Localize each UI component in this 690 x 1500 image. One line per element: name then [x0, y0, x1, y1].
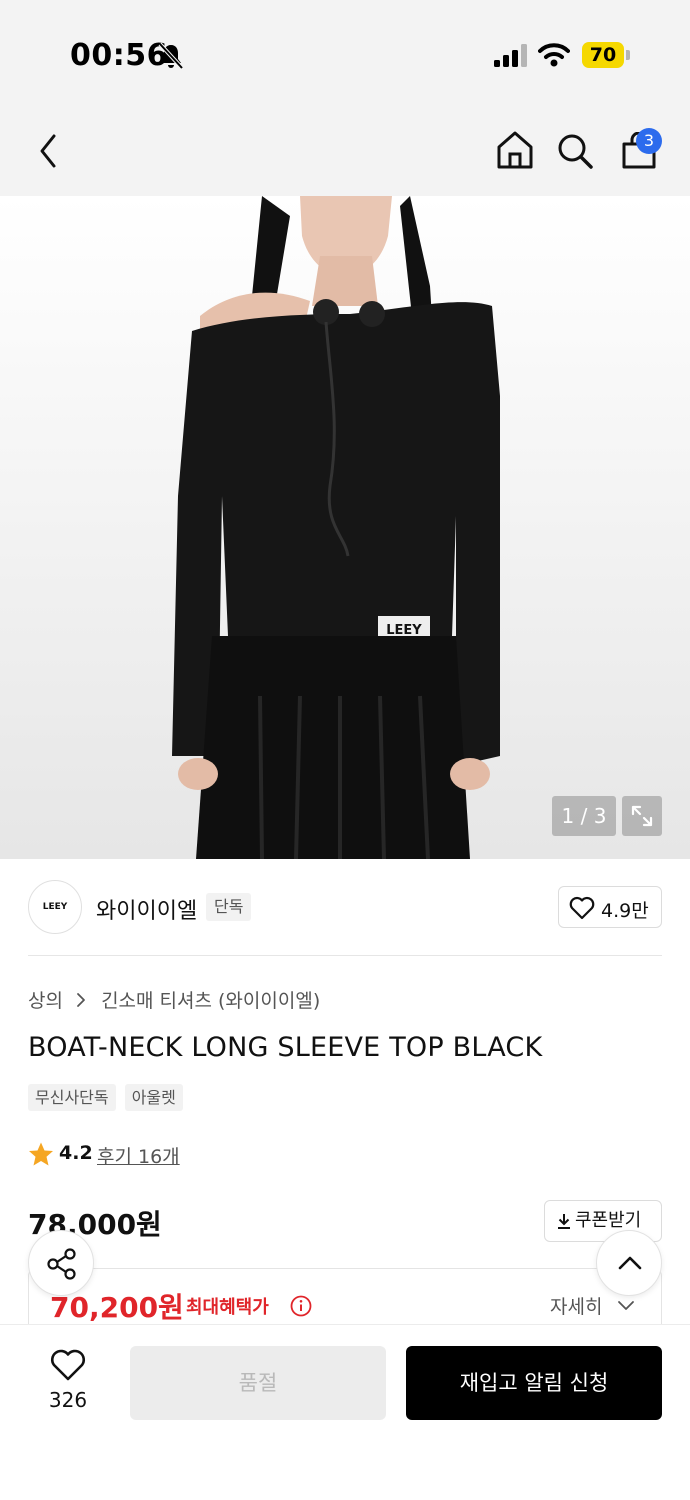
- product-tags: 무신사단독 아울렛: [28, 1084, 187, 1112]
- cart-count-badge: 3: [636, 128, 662, 154]
- product-tag: 무신사단독: [28, 1084, 116, 1111]
- chevron-left-icon[interactable]: [34, 132, 64, 170]
- share-button[interactable]: [28, 1230, 94, 1296]
- product-title: BOAT-NECK LONG SLEEVE TOP BLACK: [28, 1032, 543, 1063]
- divider: [28, 955, 662, 956]
- brand-name[interactable]: 와이이이엘: [96, 893, 197, 925]
- soldout-button: 품절: [130, 1346, 386, 1420]
- product-image-gallery[interactable]: LEEY: [0, 196, 690, 859]
- expand-icon[interactable]: [622, 796, 662, 836]
- breadcrumb-item-subcategory[interactable]: 긴소매 티셔츠 (와이이이엘): [101, 990, 320, 1012]
- battery-level: 70: [582, 42, 624, 68]
- download-icon: [558, 1214, 570, 1229]
- brand-like-count: 4.9만: [601, 900, 649, 922]
- scroll-top-button[interactable]: [596, 1230, 662, 1296]
- wifi-icon: [538, 43, 570, 67]
- brand-logo[interactable]: LEEY: [28, 880, 82, 934]
- status-bar: 00:56 70: [0, 0, 690, 110]
- star-icon: [29, 1142, 53, 1166]
- wish-count: 326: [48, 1388, 88, 1412]
- chevron-right-icon: [77, 993, 85, 1007]
- breadcrumb-item-category[interactable]: 상의: [28, 990, 63, 1012]
- brand-like-button[interactable]: 4.9만: [558, 886, 662, 928]
- breadcrumb: 상의 긴소매 티셔츠 (와이이이엘): [28, 986, 326, 1013]
- rating-value: 4.2: [59, 1142, 93, 1164]
- info-icon[interactable]: [290, 1295, 312, 1317]
- brand-exclusive-tag: 단독: [206, 893, 252, 921]
- bell-slash-icon: [158, 42, 184, 70]
- svg-text:LEEY: LEEY: [386, 623, 422, 638]
- restock-alert-button[interactable]: 재입고 알림 신청: [406, 1346, 662, 1420]
- product-photo: LEEY: [0, 196, 690, 859]
- review-count-link[interactable]: 후기 16개: [97, 1142, 180, 1169]
- home-icon[interactable]: [496, 130, 534, 170]
- battery-indicator: 70: [582, 42, 630, 68]
- battery-tip: [626, 50, 630, 60]
- heart-icon: [569, 896, 595, 920]
- status-time: 00:56: [70, 38, 168, 73]
- cellular-signal-icon: [494, 44, 527, 67]
- share-icon: [47, 1248, 76, 1280]
- benefit-detail-link[interactable]: 자세히: [550, 1292, 602, 1319]
- chevron-up-icon: [618, 1256, 642, 1270]
- max-benefit-label: 최대혜택가: [186, 1297, 269, 1318]
- search-icon[interactable]: [556, 132, 594, 170]
- product-tag: 아울렛: [124, 1084, 183, 1111]
- image-counter: 1 / 3: [552, 796, 616, 836]
- heart-icon[interactable]: [49, 1348, 87, 1382]
- chevron-down-icon[interactable]: [616, 1298, 636, 1314]
